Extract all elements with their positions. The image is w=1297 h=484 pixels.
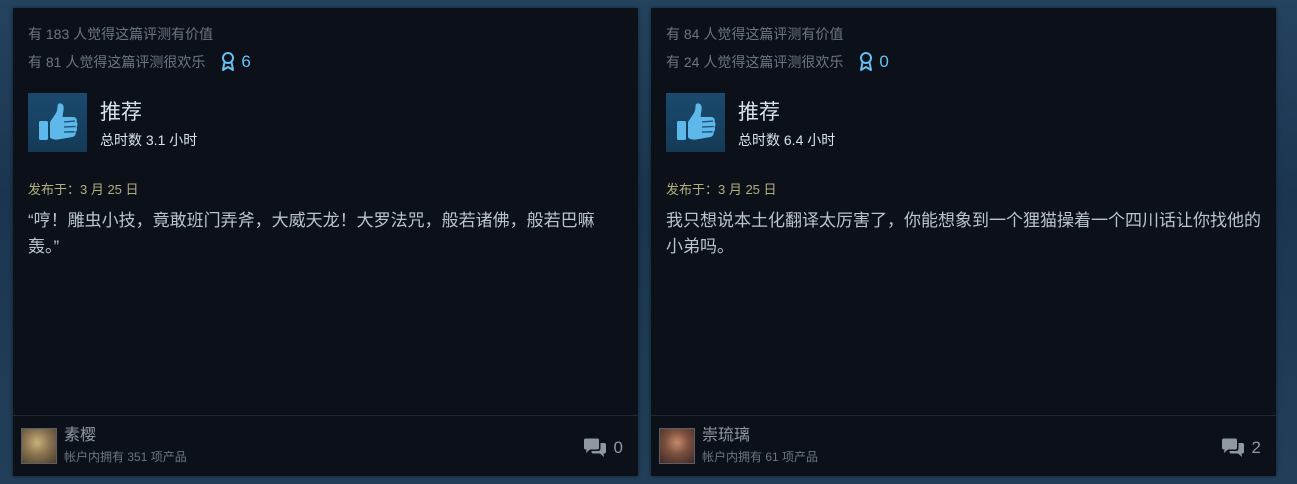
products-owned: 帐户内拥有 61 项产品 xyxy=(702,450,819,464)
author-name[interactable]: 素樱 xyxy=(64,427,96,445)
review-card: 有 84 人觉得这篇评测有价值 有 24 人觉得这篇评测很欢乐 0 推荐 总时数… xyxy=(651,8,1276,476)
verdict-title[interactable]: 推荐 xyxy=(738,101,780,125)
award-button[interactable]: 6 xyxy=(221,52,251,72)
funny-count: 有 81 人觉得这篇评测很欢乐 xyxy=(28,54,206,70)
award-ribbon-icon xyxy=(222,52,235,71)
helpful-count: 有 84 人觉得这篇评测有价值 xyxy=(666,26,844,42)
comment-count: 0 xyxy=(613,438,623,457)
comment-bubbles-icon xyxy=(1221,438,1244,457)
playtime: 总时数 6.4 小时 xyxy=(738,132,836,148)
posted-date: 发布于：3 月 25 日 xyxy=(28,182,139,197)
playtime: 总时数 3.1 小时 xyxy=(100,132,198,148)
funny-row: 有 81 人觉得这篇评测很欢乐 6 xyxy=(28,52,251,72)
review-body[interactable]: “哼！雕虫小技，竟敢班门弄斧，大威天龙！大罗法咒，般若诸佛，般若巴嘛轰。” xyxy=(28,208,623,260)
review-footer: 崇琉璃 帐户内拥有 61 项产品 2 xyxy=(651,415,1276,476)
author-name[interactable]: 崇琉璃 xyxy=(702,427,750,445)
review-card: 有 183 人觉得这篇评测有价值 有 81 人觉得这篇评测很欢乐 6 推荐 总时… xyxy=(13,8,638,476)
helpful-count: 有 183 人觉得这篇评测有价值 xyxy=(28,26,214,42)
review-footer: 素樱 帐户内拥有 351 项产品 0 xyxy=(13,415,638,476)
comments-button[interactable]: 0 xyxy=(583,438,623,458)
award-count: 0 xyxy=(879,52,889,71)
thumbs-up-icon xyxy=(38,102,78,140)
comment-count: 2 xyxy=(1251,438,1261,457)
funny-count: 有 24 人觉得这篇评测很欢乐 xyxy=(666,54,844,70)
avatar[interactable] xyxy=(659,428,695,464)
verdict-icon-box[interactable] xyxy=(666,93,725,152)
award-button[interactable]: 0 xyxy=(859,52,889,72)
award-count: 6 xyxy=(241,52,251,71)
comment-bubbles-icon xyxy=(583,438,606,457)
products-owned: 帐户内拥有 351 项产品 xyxy=(64,450,187,464)
verdict-icon-box[interactable] xyxy=(28,93,87,152)
funny-row: 有 24 人觉得这篇评测很欢乐 0 xyxy=(666,52,889,72)
posted-date: 发布于：3 月 25 日 xyxy=(666,182,777,197)
review-body[interactable]: 我只想说本土化翻译太厉害了，你能想象到一个狸猫操着一个四川话让你找他的小弟吗。 xyxy=(666,208,1261,260)
comments-button[interactable]: 2 xyxy=(1221,438,1261,458)
avatar[interactable] xyxy=(21,428,57,464)
verdict-title[interactable]: 推荐 xyxy=(100,101,142,125)
award-ribbon-icon xyxy=(860,52,873,71)
thumbs-up-icon xyxy=(676,102,716,140)
